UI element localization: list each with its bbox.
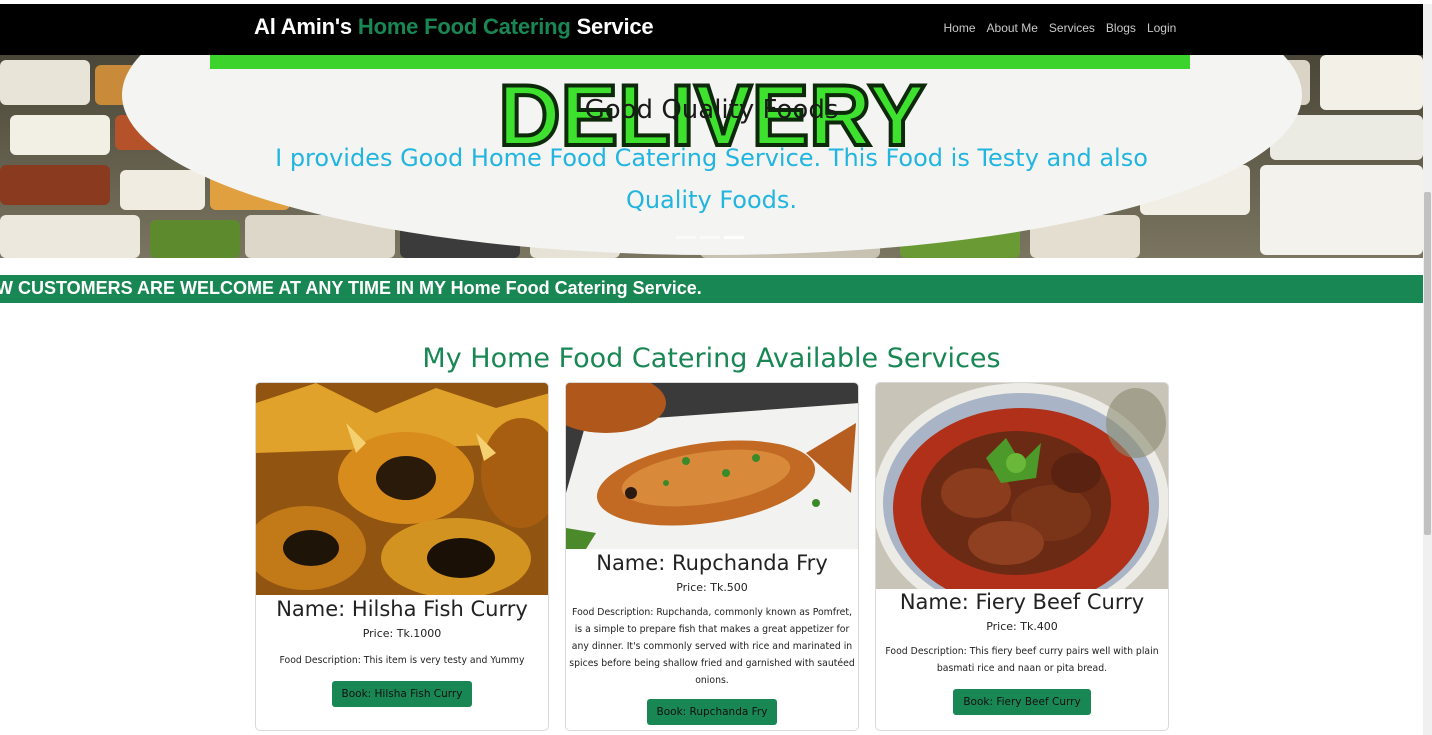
nav-link-login[interactable]: Login bbox=[1141, 21, 1181, 35]
carousel-indicator-3[interactable] bbox=[724, 236, 744, 239]
service-card-rupchanda: Name: Rupchanda Fry Price: Tk.500 Food D… bbox=[565, 382, 859, 731]
brand-part-3: Service bbox=[576, 14, 654, 39]
card-description: Food Description: This item is very test… bbox=[279, 655, 525, 666]
carousel-indicators bbox=[676, 236, 744, 239]
hilsha-fish-curry-image bbox=[256, 383, 548, 595]
brand-part-2: Home Food Catering bbox=[357, 14, 571, 39]
marquee-text: W CUSTOMERS ARE WELCOME AT ANY TIME IN M… bbox=[0, 278, 702, 298]
carousel-indicator-1[interactable] bbox=[676, 236, 696, 239]
card-name: Name: Fiery Beef Curry bbox=[899, 590, 1145, 614]
book-beef-button[interactable]: Book: Fiery Beef Curry bbox=[953, 689, 1091, 715]
book-hilsha-button[interactable]: Book: Hilsha Fish Curry bbox=[331, 681, 473, 707]
carousel-indicator-2[interactable] bbox=[700, 236, 720, 239]
card-price: Price: Tk.1000 bbox=[362, 627, 442, 640]
nav-link-services[interactable]: Services bbox=[1043, 21, 1100, 35]
nav-link-blogs[interactable]: Blogs bbox=[1100, 21, 1141, 35]
nav-link-about-me[interactable]: About Me bbox=[981, 21, 1043, 35]
book-rupchanda-button[interactable]: Book: Rupchanda Fry bbox=[646, 699, 778, 725]
welcome-marquee: W CUSTOMERS ARE WELCOME AT ANY TIME IN M… bbox=[0, 275, 1423, 303]
card-price: Price: Tk.500 bbox=[676, 581, 748, 594]
card-description: Food Description: This fiery beef curry … bbox=[885, 646, 1159, 674]
services-title: My Home Food Catering Available Services bbox=[422, 343, 1001, 374]
page-scrollbar-thumb[interactable] bbox=[1424, 192, 1431, 535]
navbar: Al Amin's Home Food Catering Service Hom… bbox=[0, 4, 1423, 55]
nav-link-home[interactable]: Home bbox=[938, 21, 981, 35]
card-name: Name: Rupchanda Fry bbox=[596, 551, 828, 575]
service-card-hilsha: Name: Hilsha Fish Curry Price: Tk.1000 F… bbox=[255, 382, 549, 731]
card-description: Food Description: Rupchanda, commonly kn… bbox=[569, 607, 855, 686]
brand-logo[interactable]: Al Amin's Home Food Catering Service bbox=[254, 14, 654, 40]
card-price: Price: Tk.400 bbox=[986, 620, 1058, 633]
nav-links: Home About Me Services Blogs Login bbox=[938, 21, 1182, 35]
hero-carousel[interactable]: DELIVERY Good Quality Foods I provides G… bbox=[0, 55, 1423, 258]
card-name: Name: Hilsha Fish Curry bbox=[276, 597, 528, 621]
hero-subtitle: I provides Good Home Food Catering Servi… bbox=[275, 144, 1148, 214]
brand-part-1: Al Amin's bbox=[254, 14, 352, 39]
service-card-beef: Name: Fiery Beef Curry Price: Tk.400 Foo… bbox=[875, 382, 1169, 731]
fiery-beef-curry-image bbox=[876, 383, 1168, 589]
hero-title: Good Quality Foods bbox=[584, 95, 839, 125]
rupchanda-fry-image bbox=[566, 383, 858, 549]
